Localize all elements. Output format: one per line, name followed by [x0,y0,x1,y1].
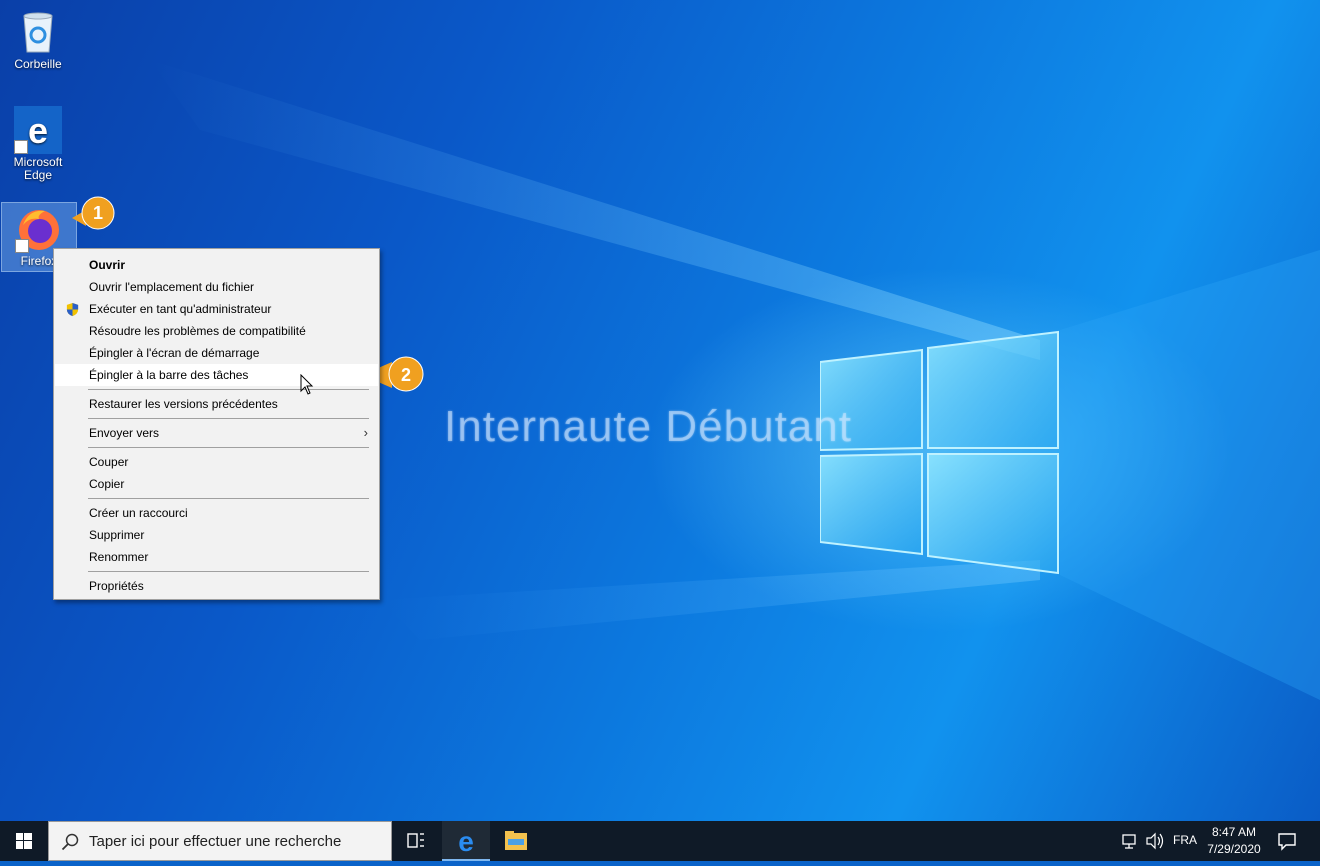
menu-item-label: Exécuter en tant qu'administrateur [89,302,272,316]
menu-item-label: Créer un raccourci [89,506,188,520]
volume-icon[interactable] [1144,821,1166,861]
task-view-icon [407,833,424,848]
search-placeholder: Taper ici pour effectuer une recherche [89,833,342,850]
shortcut-arrow-icon [15,239,29,253]
desktop[interactable]: Internaute Débutant Corbeille e Microsof… [0,0,1320,821]
firefox-icon [15,205,63,253]
taskbar-edge-button[interactable]: e [442,821,490,861]
step-badge-1: 1 [72,196,115,230]
menu-item-label: Envoyer vers [89,426,160,440]
desktop-icon-label: Microsoft Edge [13,155,63,182]
clock-date: 7/29/2020 [1207,842,1261,856]
recycle-bin-icon [14,8,62,56]
menu-item-create-shortcut[interactable]: Créer un raccourci [55,502,378,524]
watermark-text: Internaute Débutant [444,402,852,451]
menu-item-label: Copier [89,477,125,491]
menu-item-label: Restaurer les versions précédentes [89,397,278,411]
menu-item-label: Épingler à la barre des tâches [89,368,249,382]
badge-number: 1 [93,203,103,223]
badge-number: 2 [401,365,411,385]
edge-icon: e [458,826,474,857]
network-icon[interactable] [1120,821,1142,861]
menu-item-rename[interactable]: Renommer [55,546,378,568]
desktop-icon-label: Corbeille [14,57,62,71]
shortcut-arrow-icon [14,140,28,154]
menu-separator [88,418,369,419]
menu-item-delete[interactable]: Supprimer [55,524,378,546]
svg-text:e: e [458,826,474,857]
menu-item-label: Épingler à l'écran de démarrage [89,346,260,360]
task-view-button[interactable] [392,821,440,861]
folder-icon [505,831,527,850]
menu-item-label: Supprimer [89,528,145,542]
windows-start-icon [16,833,32,849]
menu-item-troubleshoot-compatibility[interactable]: Résoudre les problèmes de compatibilité [55,320,378,342]
input-language-indicator[interactable]: FRA [1173,833,1197,847]
menu-separator [88,447,369,448]
context-menu: Ouvrir Ouvrir l'emplacement du fichier E… [53,248,380,600]
menu-item-copy[interactable]: Copier [55,473,378,495]
taskbar: Taper ici pour effectuer une recherche e… [0,821,1320,861]
search-icon [61,833,79,851]
menu-item-send-to[interactable]: Envoyer vers › [55,422,378,444]
menu-separator [88,389,369,390]
menu-item-pin-to-start[interactable]: Épingler à l'écran de démarrage [55,342,378,364]
menu-separator [88,498,369,499]
desktop-icon-recycle-bin[interactable]: Corbeille [1,8,75,71]
taskbar-file-explorer-button[interactable] [492,821,540,861]
menu-item-cut[interactable]: Couper [55,451,378,473]
menu-item-restore-previous-versions[interactable]: Restaurer les versions précédentes [55,393,378,415]
menu-item-open-file-location[interactable]: Ouvrir l'emplacement du fichier [55,276,378,298]
menu-item-label: Propriétés [89,579,144,593]
menu-item-properties[interactable]: Propriétés [55,575,378,597]
edge-icon: e [14,106,62,154]
mouse-cursor-icon [300,374,314,395]
chevron-right-icon: › [363,425,368,440]
taskbar-search-box[interactable]: Taper ici pour effectuer une recherche [48,821,392,861]
action-center-icon[interactable] [1276,830,1298,852]
menu-item-pin-to-taskbar[interactable]: Épingler à la barre des tâches [55,364,378,386]
uac-shield-icon [66,302,79,317]
menu-separator [88,571,369,572]
menu-item-run-as-admin[interactable]: Exécuter en tant qu'administrateur [55,298,378,320]
menu-item-label: Résoudre les problèmes de compatibilité [89,324,306,338]
menu-item-label: Renommer [89,550,149,564]
taskbar-clock[interactable]: 8:47 AM 7/29/2020 [1200,824,1268,858]
menu-item-label: Couper [89,455,129,469]
start-button[interactable] [0,821,48,861]
svg-text:e: e [28,110,48,151]
menu-item-label: Ouvrir [89,258,126,272]
desktop-icon-edge[interactable]: e Microsoft Edge [1,106,75,182]
clock-time: 8:47 AM [1211,825,1257,839]
menu-item-label: Ouvrir l'emplacement du fichier [89,280,255,294]
windows-logo [820,330,1059,575]
menu-item-open[interactable]: Ouvrir [55,254,378,276]
